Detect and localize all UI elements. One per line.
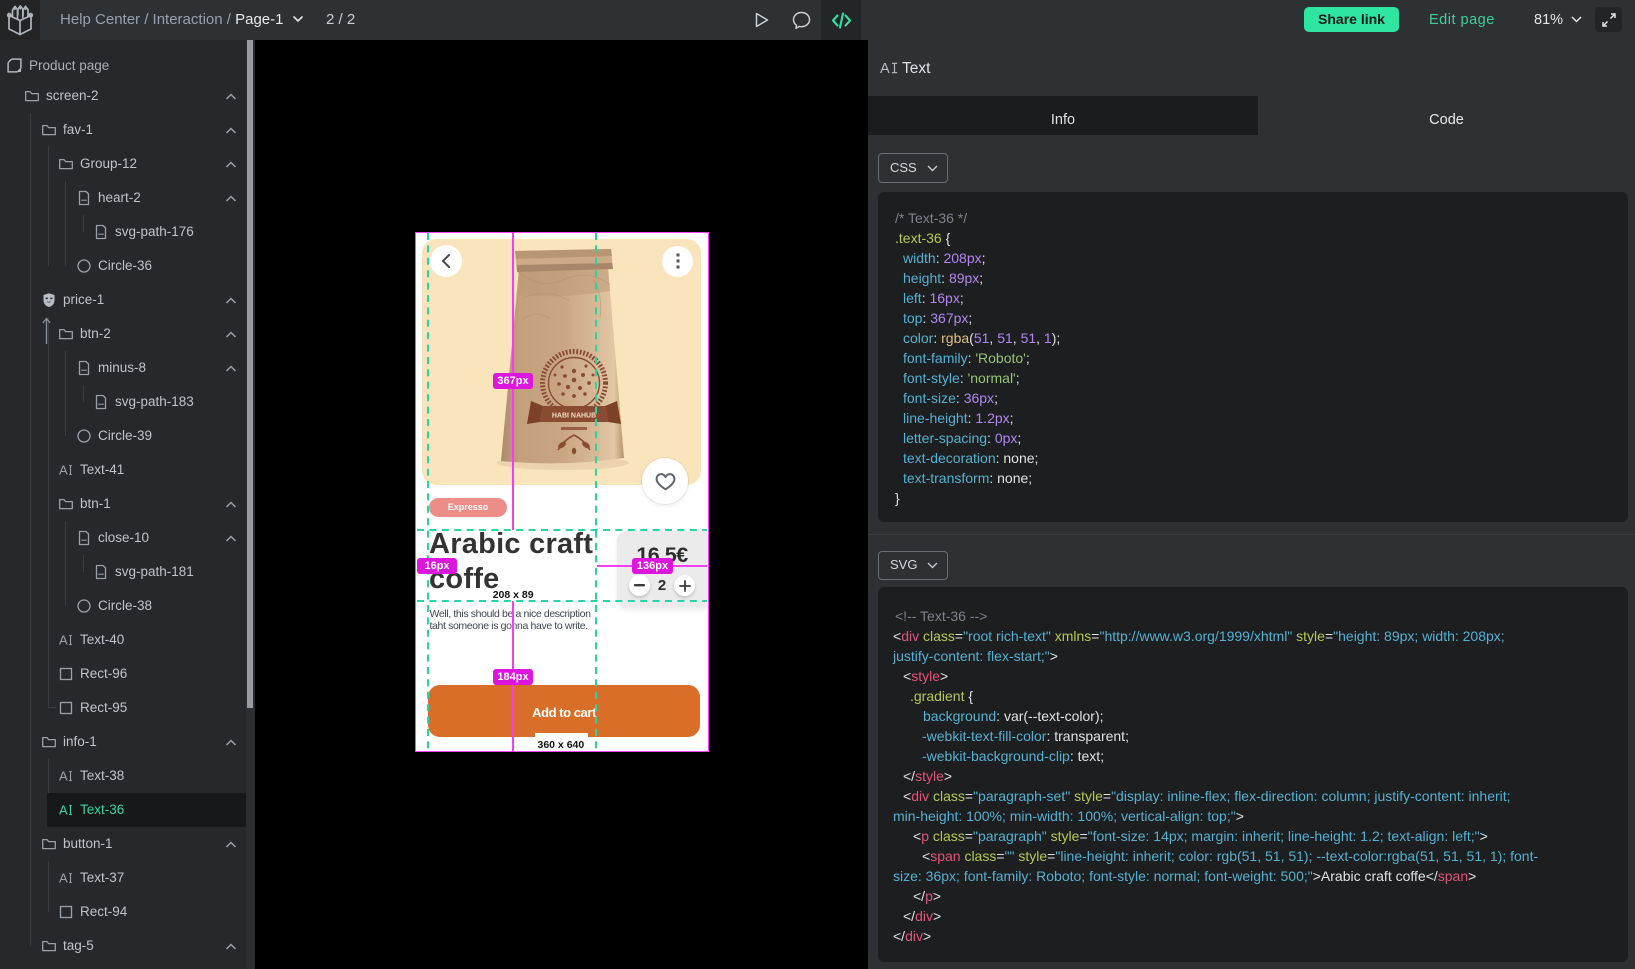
svg-text:A: A bbox=[59, 871, 68, 886]
svg-text:A: A bbox=[59, 463, 68, 478]
svg-text:A: A bbox=[59, 803, 68, 818]
svg-text:A: A bbox=[59, 769, 68, 784]
svg-text:A: A bbox=[59, 633, 68, 648]
